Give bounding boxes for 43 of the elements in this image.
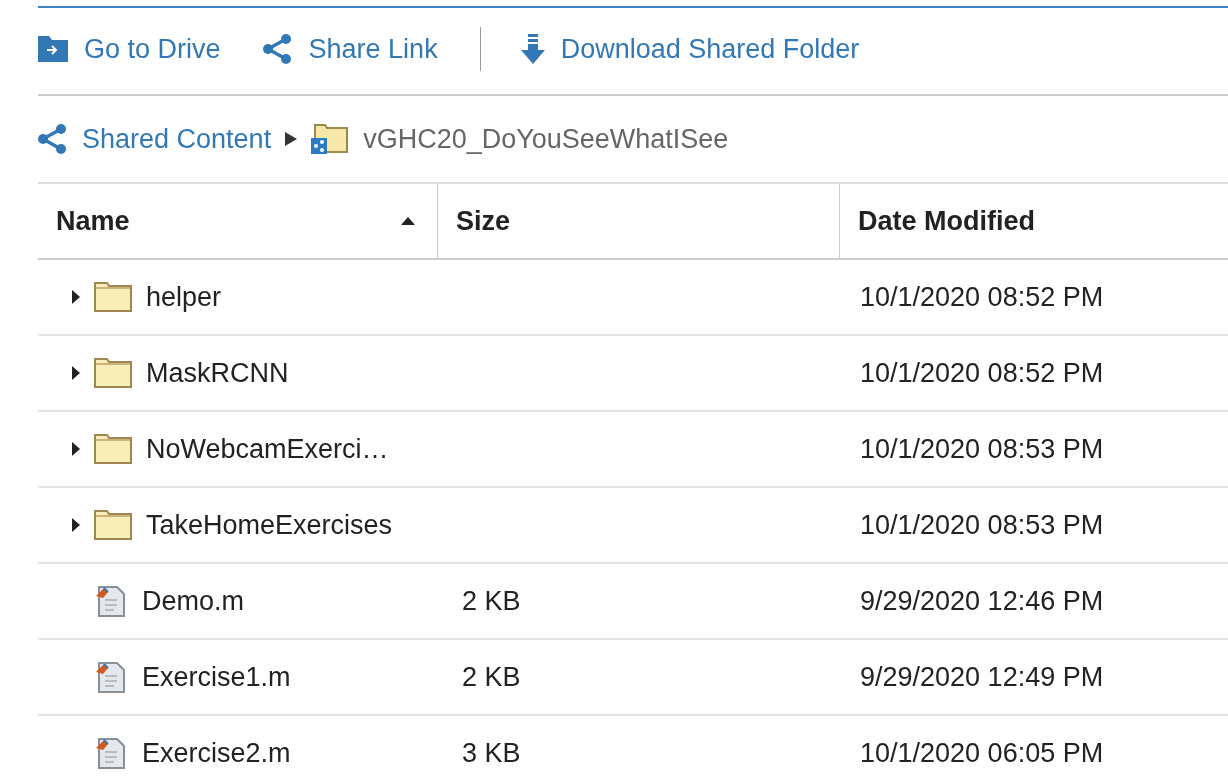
file-name[interactable]: NoWebcamExerci… <box>146 433 389 465</box>
share-icon <box>260 33 293 65</box>
date-modified: 10/1/2020 06:05 PM <box>860 737 1104 769</box>
date-modified: 10/1/2020 08:52 PM <box>860 281 1104 313</box>
folder-icon <box>94 434 132 464</box>
file-name[interactable]: Demo.m <box>142 585 244 617</box>
download-icon <box>520 34 545 64</box>
folder-icon <box>94 358 132 388</box>
breadcrumb-link[interactable]: Shared Content <box>82 123 272 155</box>
date-modified: 10/1/2020 08:53 PM <box>860 433 1104 465</box>
toolbar-button[interactable]: Download Shared Folder <box>520 33 860 65</box>
expand-caret-icon[interactable] <box>72 366 80 380</box>
script-file-icon <box>94 584 128 618</box>
shared-folder-icon <box>311 124 350 154</box>
column-header[interactable]: Size <box>438 184 840 258</box>
file-name[interactable]: Exercise1.m <box>142 661 291 693</box>
file-size: 2 KB <box>462 585 521 617</box>
file-name[interactable]: MaskRCNN <box>146 357 289 389</box>
date-modified: 10/1/2020 08:53 PM <box>860 509 1104 541</box>
file-size: 3 KB <box>462 737 521 769</box>
script-file-icon <box>94 736 128 770</box>
script-file-icon <box>94 660 128 694</box>
date-modified: 10/1/2020 08:52 PM <box>860 357 1104 389</box>
breadcrumb-current: vGHC20_DoYouSeeWhatISee <box>363 123 729 155</box>
expand-caret-icon[interactable] <box>72 290 80 304</box>
date-modified: 9/29/2020 12:46 PM <box>860 585 1104 617</box>
file-name[interactable]: Exercise2.m <box>142 737 291 769</box>
expand-caret-icon[interactable] <box>72 518 80 532</box>
folder-arrow-icon <box>38 36 68 62</box>
file-size: 2 KB <box>462 661 521 693</box>
column-header[interactable]: Date Modified <box>840 184 1228 258</box>
folder-icon <box>94 282 132 312</box>
expand-caret-icon[interactable] <box>72 442 80 456</box>
share-icon <box>36 123 68 155</box>
toolbar-button[interactable]: Go to Drive <box>38 33 221 65</box>
file-name[interactable]: TakeHomeExercises <box>146 509 393 541</box>
toolbar-button[interactable]: Share Link <box>260 33 438 65</box>
column-header[interactable]: Name <box>38 184 438 258</box>
date-modified: 9/29/2020 12:49 PM <box>860 661 1104 693</box>
sort-ascending-icon <box>401 217 415 225</box>
file-name[interactable]: helper <box>146 281 222 313</box>
folder-icon <box>94 510 132 540</box>
caret-icon <box>285 132 298 146</box>
